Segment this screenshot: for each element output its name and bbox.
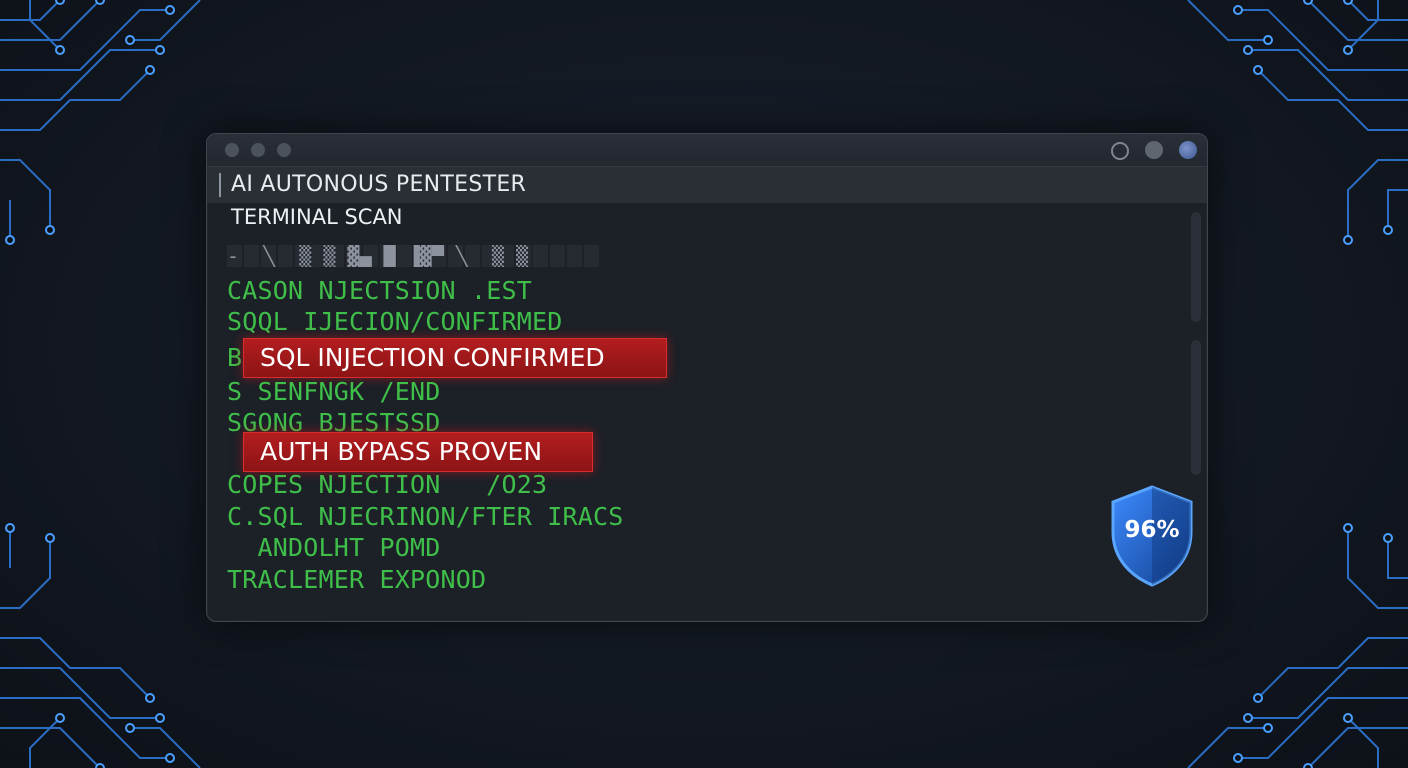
auth-bypass-alert: AUTH BYPASS PROVEN — [243, 432, 593, 472]
scrollbar-lower[interactable] — [1191, 340, 1201, 475]
security-score-badge: 96% — [1109, 484, 1195, 588]
log-line: CASON NJECTSION .EST — [227, 276, 533, 305]
log-line: SQQL IJECION/CONFIRMED — [227, 307, 563, 336]
window-titlebar[interactable] — [207, 134, 1207, 167]
window-control-blue-icon[interactable] — [1179, 141, 1197, 159]
sql-injection-alert: SQL INJECTION CONFIRMED — [243, 338, 667, 378]
log-line: ANDOLHT POMD — [227, 533, 441, 562]
window-control-ring-icon[interactable] — [1111, 142, 1129, 160]
terminal-window: AI AUTONOUS PENTESTER TERMINAL SCAN - ╲ … — [206, 133, 1208, 622]
security-score-value: 96% — [1124, 517, 1180, 543]
window-dot-icon[interactable] — [277, 143, 291, 157]
log-line: C.SQL NJECRINON/FTER IRACS — [227, 502, 624, 531]
scan-subtitle: TERMINAL SCAN — [231, 205, 403, 229]
title-header: AI AUTONOUS PENTESTER — [207, 167, 1207, 203]
circuit-decoration-bottom-left — [0, 508, 230, 768]
window-dot-icon[interactable] — [251, 143, 265, 157]
scrollbar-upper[interactable] — [1191, 212, 1201, 322]
log-line: TRACLEMER EXPONOD — [227, 565, 487, 594]
log-line: S SENFNGK /END — [227, 377, 441, 406]
circuit-decoration-top-left — [0, 0, 230, 260]
garbled-output-line: - ╲ ▒ ▒ ▓▄ █ ▐▓▀ ╲ ▒ ▒ — [227, 245, 601, 267]
window-control-grey-icon[interactable] — [1145, 141, 1163, 159]
window-dot-icon[interactable] — [225, 143, 239, 157]
log-line: COPES NJECTION /O23 — [227, 470, 548, 499]
app-title: AI AUTONOUS PENTESTER — [231, 172, 527, 197]
text-cursor-icon — [219, 173, 221, 197]
